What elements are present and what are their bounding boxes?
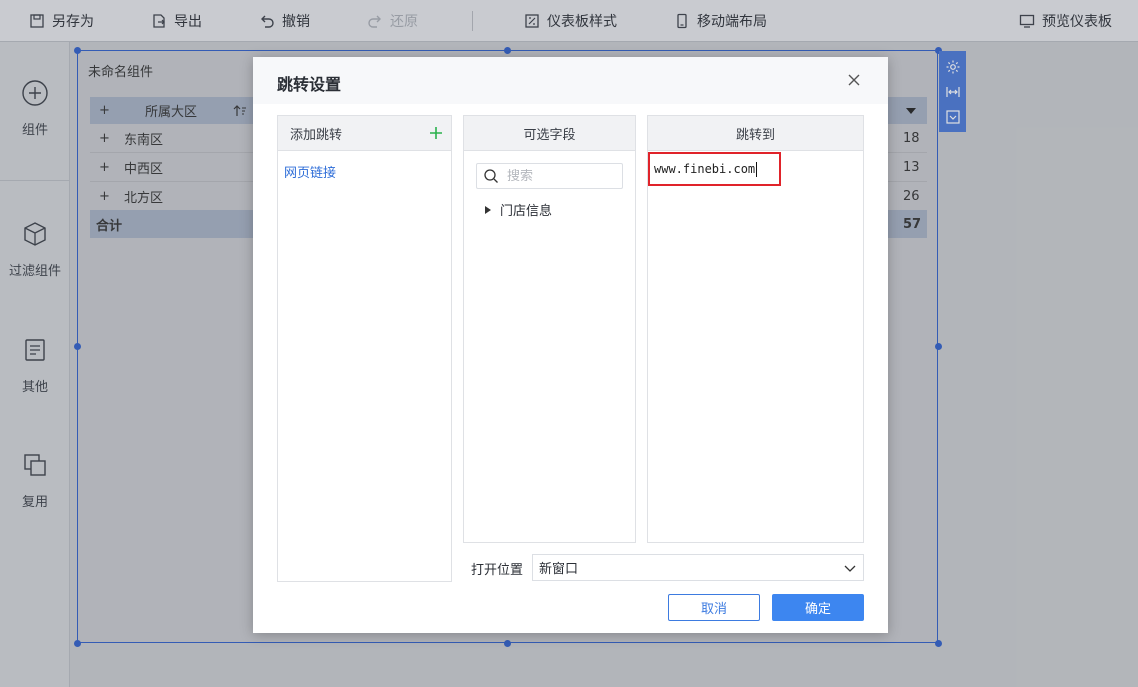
open-position-value: 新窗口: [539, 562, 579, 577]
jump-to-panel: 跳转到 www.finebi.com: [647, 115, 864, 543]
search-input[interactable]: [507, 168, 617, 184]
jump-settings-dialog: 跳转设置 添加跳转 网页链接 可选字段 门店信息 跳转到 www.finebi.…: [253, 57, 888, 633]
chevron-down-icon: [844, 565, 856, 572]
web-link-item[interactable]: 网页链接: [284, 162, 336, 181]
available-fields-panel: 可选字段 门店信息: [463, 115, 636, 543]
jump-url-text: www.finebi.com: [654, 162, 756, 176]
tree-item-label: 门店信息: [500, 204, 553, 219]
search-icon: [484, 169, 498, 183]
add-jump-title: 添加跳转: [290, 127, 343, 143]
caret-right-icon[interactable]: [484, 205, 492, 215]
add-jump-panel: 添加跳转 网页链接: [277, 115, 452, 582]
dialog-header: 跳转设置: [253, 57, 888, 104]
open-position-select[interactable]: 新窗口: [532, 554, 864, 581]
jump-to-header: 跳转到: [648, 116, 863, 151]
tree-item-store-info[interactable]: 门店信息: [484, 200, 552, 219]
close-icon[interactable]: [845, 71, 863, 89]
text-caret: [756, 161, 758, 177]
open-position-label: 打开位置: [471, 563, 524, 578]
add-jump-header: 添加跳转: [278, 116, 451, 151]
confirm-button[interactable]: 确定: [772, 594, 864, 621]
cancel-button[interactable]: 取消: [668, 594, 760, 621]
available-fields-header: 可选字段: [464, 116, 635, 151]
available-fields-title: 可选字段: [523, 127, 576, 143]
jump-to-title: 跳转到: [735, 127, 775, 143]
field-search-box: [476, 163, 623, 189]
jump-url-editor[interactable]: www.finebi.com: [648, 152, 781, 186]
plus-icon[interactable]: [428, 125, 444, 141]
dialog-title: 跳转设置: [277, 75, 342, 94]
